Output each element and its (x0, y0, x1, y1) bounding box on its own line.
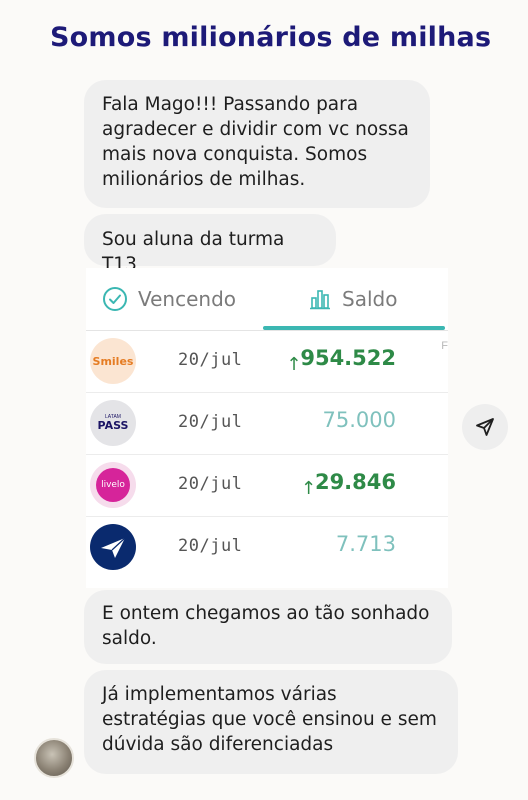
message-bubble: Já implementamos várias estratégias que … (84, 670, 458, 774)
livelo-mark: livelo (96, 468, 130, 502)
logo-text: PASS (97, 419, 129, 432)
message-line: Já implementamos várias (102, 684, 337, 705)
row-date: 20/jul (178, 350, 243, 370)
row-date: 20/jul (178, 474, 243, 494)
row-value: 75.000 (323, 408, 396, 432)
value-text: 954.522 (300, 346, 396, 370)
message-line: mais nova conquista. Somos (102, 144, 368, 165)
row-value: ↑ 29.846 (301, 470, 396, 499)
message-line: estratégias que você ensinou e sem (102, 709, 437, 730)
trailing-mark: F (441, 340, 448, 352)
tab-label: Vencendo (138, 287, 237, 311)
logo-text: livelo (101, 480, 125, 490)
check-circle-icon (103, 287, 127, 311)
row-value: 7.713 (336, 532, 396, 556)
logo-text: Smiles (92, 354, 134, 368)
send-icon (476, 418, 494, 436)
tudoazul-logo (90, 524, 136, 570)
message-line: dúvida são diferenciadas (102, 734, 334, 755)
message-line: saldo. (102, 628, 157, 649)
row-date: 20/jul (178, 536, 243, 556)
message-line: agradecer e dividir com vc nossa (102, 119, 409, 140)
livelo-logo: livelo (90, 462, 136, 508)
message-line: milionários de milhas. (102, 169, 306, 190)
send-button[interactable] (462, 404, 508, 450)
page-title: Somos milionários de milhas (50, 22, 492, 53)
tab-label: Saldo (342, 287, 398, 311)
message-line: Fala Mago!!! Passando para (102, 94, 359, 115)
balance-row[interactable]: LATAM PASS 20/jul 75.000 (86, 392, 448, 455)
paper-plane-icon (101, 537, 126, 558)
row-date: 20/jul (178, 412, 243, 432)
smiles-logo: Smiles (90, 338, 136, 384)
balance-row[interactable]: 20/jul 7.713 (86, 516, 448, 578)
miles-balance-screenshot: Vencendo Saldo Smiles 20/jul ↑ 954.522 F… (86, 268, 448, 588)
balance-tabs: Vencendo Saldo (86, 268, 448, 331)
value-text: 29.846 (314, 470, 396, 494)
message-bubble: Fala Mago!!! Passando para agradecer e d… (84, 80, 430, 208)
message-bubble: E ontem chegamos ao tão sonhado saldo. (84, 590, 452, 664)
row-value: ↑ 954.522 (286, 346, 396, 375)
latam-pass-logo: LATAM PASS (90, 400, 136, 446)
value-text: 75.000 (322, 408, 396, 432)
tab-vencendo[interactable]: Vencendo (102, 284, 236, 314)
trend-up-icon: ↑ (300, 478, 317, 499)
balance-row[interactable]: Smiles 20/jul ↑ 954.522 F (86, 330, 448, 393)
trend-up-icon: ↑ (286, 354, 302, 375)
balance-row[interactable]: livelo 20/jul ↑ 29.846 (86, 454, 448, 517)
avatar[interactable] (34, 738, 74, 778)
message-bubble: Sou aluna da turma T13 (84, 214, 336, 275)
tab-saldo[interactable]: Saldo (308, 284, 397, 314)
value-text: 7.713 (335, 532, 396, 556)
bar-chart-icon (310, 290, 330, 310)
message-line: E ontem chegamos ao tão sonhado (102, 603, 430, 624)
